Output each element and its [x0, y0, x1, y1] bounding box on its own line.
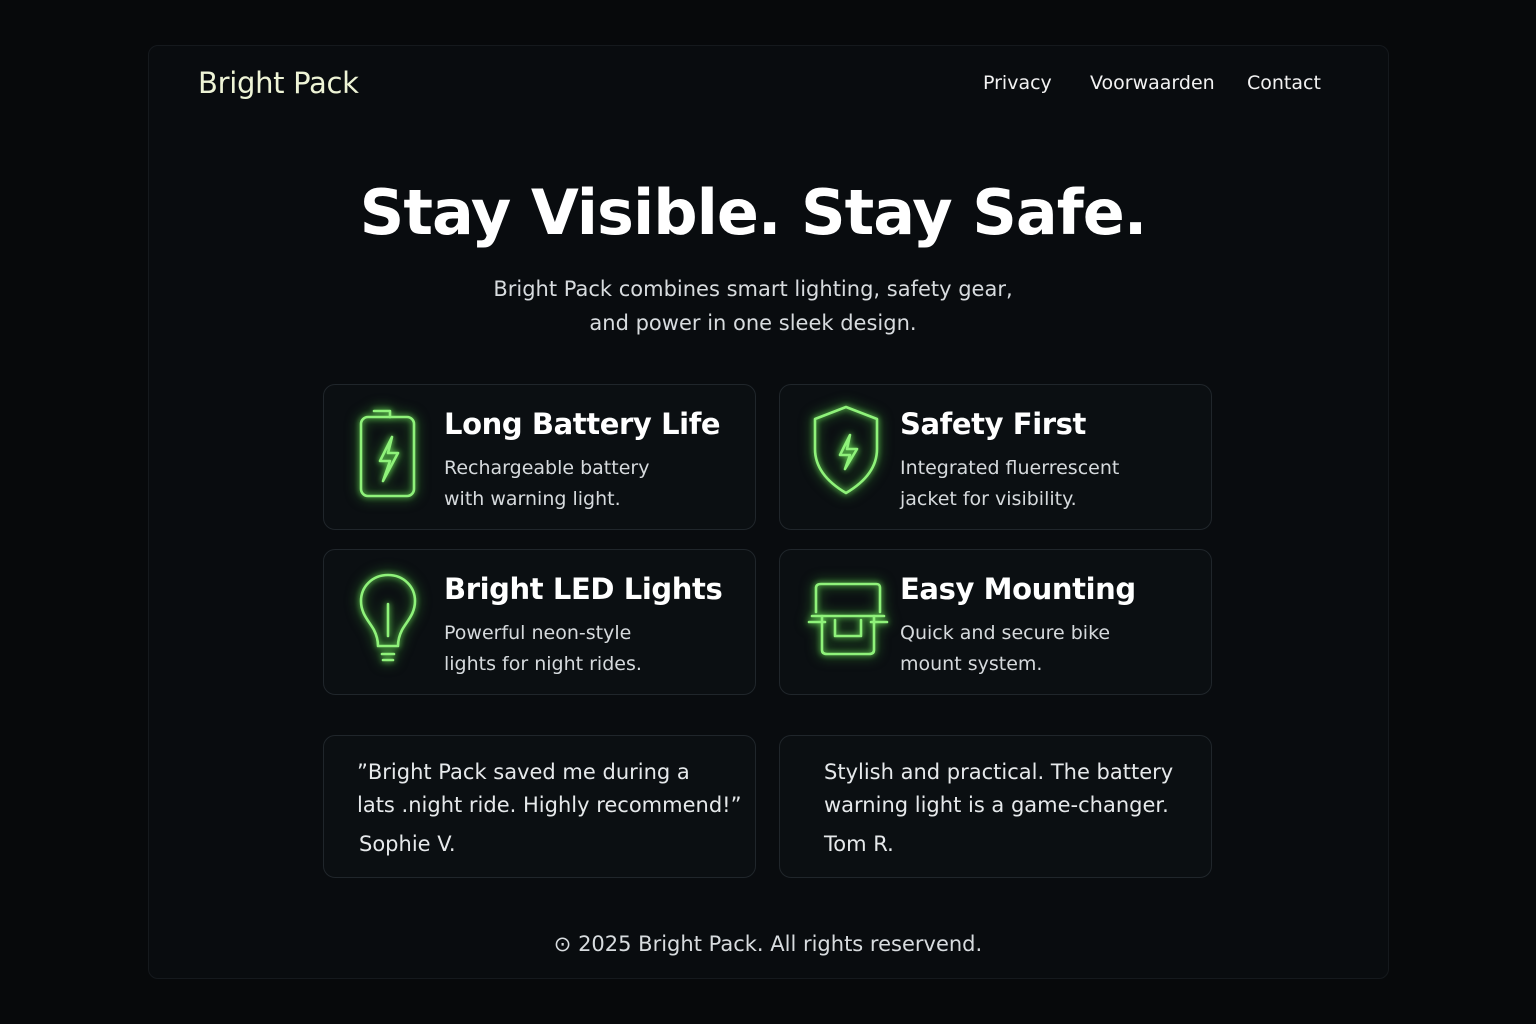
testimonial-card-tom: Stylish and practical. The battery warni… — [779, 735, 1212, 878]
feature-card-led: Bright LED Lights Powerful neon-style li… — [323, 549, 756, 695]
feature-description-line2: mount system. — [900, 653, 1043, 675]
testimonial-quote-line2: lats .night ride. Highly recommend!” — [357, 793, 742, 817]
feature-description: Integrated fluerrescent jacket for visib… — [900, 453, 1190, 515]
shield-bolt-icon — [805, 405, 879, 499]
feature-card-mounting: Easy Mounting Quick and secure bike moun… — [779, 549, 1212, 695]
feature-description-line1: Integrated fluerrescent — [900, 457, 1120, 479]
feature-description: Quick and secure bike mount system. — [900, 618, 1190, 680]
feature-description: Powerful neon-style lights for night rid… — [444, 618, 734, 680]
feature-description: Rechargeable battery with warning light. — [444, 453, 734, 515]
lightbulb-icon — [352, 570, 422, 664]
brand-logo[interactable]: Bright Pack — [198, 66, 359, 100]
testimonial-quote: ”Bright Pack saved me during a lats .nig… — [357, 756, 747, 822]
feature-description-line2: lights for night rides. — [444, 653, 642, 675]
footer-copyright: ⊙ 2025 Bright Pack. All rights reservend… — [553, 932, 983, 956]
feature-title: Bright LED Lights — [444, 572, 723, 606]
feature-card-battery: Long Battery Life Rechargeable battery w… — [323, 384, 756, 530]
feature-title: Easy Mounting — [900, 572, 1136, 606]
hero-title: Stay Visible. Stay Safe. — [359, 176, 1148, 249]
testimonial-card-sophie: ”Bright Pack saved me during a lats .nig… — [323, 735, 756, 878]
feature-description-line1: Quick and secure bike — [900, 622, 1111, 644]
feature-description-line1: Powerful neon-style — [444, 622, 632, 644]
mount-icon — [805, 570, 889, 664]
testimonial-author: Tom R. — [824, 832, 894, 856]
testimonial-quote: Stylish and practical. The battery warni… — [824, 756, 1214, 822]
feature-description-line1: Rechargeable battery — [444, 457, 650, 479]
nav-link-privacy[interactable]: Privacy — [983, 72, 1052, 94]
hero-subtitle-line1: Bright Pack combines smart lighting, saf… — [493, 277, 1013, 301]
testimonial-author: Sophie V. — [359, 832, 456, 856]
feature-title: Long Battery Life — [444, 407, 721, 441]
feature-description-line2: jacket for visibility. — [900, 488, 1077, 510]
testimonial-quote-line1: ”Bright Pack saved me during a — [357, 760, 690, 784]
feature-description-line2: with warning light. — [444, 488, 621, 510]
battery-bolt-icon — [352, 405, 422, 499]
nav-link-voorwaarden[interactable]: Voorwaarden — [1090, 72, 1215, 94]
hero-subtitle: Bright Pack combines smart lighting, saf… — [0, 272, 1506, 340]
testimonial-quote-line2: warning light is a game-changer. — [824, 793, 1169, 817]
hero-subtitle-line2: and power in one sleek design. — [589, 311, 917, 335]
feature-title: Safety First — [900, 407, 1086, 441]
testimonial-quote-line1: Stylish and practical. The battery — [824, 760, 1174, 784]
feature-card-safety: Safety First Integrated fluerrescent jac… — [779, 384, 1212, 530]
nav-link-contact[interactable]: Contact — [1247, 72, 1321, 94]
